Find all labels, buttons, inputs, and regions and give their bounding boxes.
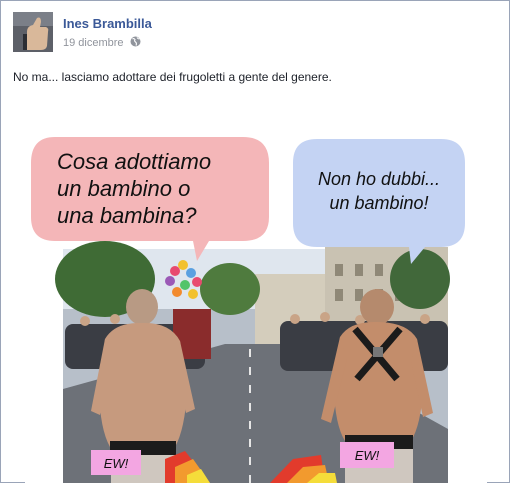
ew-tag-left-text: EW! (104, 456, 129, 471)
bubble-right-line1: Non ho dubbi... (318, 169, 440, 189)
bubble-left-line3: una bambina? (57, 203, 197, 228)
post-text: No ma... lasciamo adottare dei frugolett… (13, 70, 332, 84)
ew-tag-left: EW! (91, 450, 141, 475)
author-name[interactable]: Ines Brambilla (63, 16, 152, 31)
globe-icon[interactable] (130, 36, 141, 50)
bubble-left-line1: Cosa adottiamo (57, 149, 211, 174)
avatar[interactable] (13, 12, 53, 52)
speech-bubble-left: Cosa adottiamo un bambino o una bambina? (31, 137, 269, 261)
bubble-right-line2: un bambino! (329, 193, 428, 213)
post-date[interactable]: 19 dicembre (63, 37, 124, 49)
meme-image[interactable]: EW! EW! Cosa adottiamo un bambino o una … (25, 129, 487, 483)
post-card: Ines Brambilla 19 dicembre No ma... lasc… (0, 0, 510, 483)
post-meta: 19 dicembre (63, 36, 141, 50)
speech-bubble-right: Non ho dubbi... un bambino! (293, 139, 465, 264)
ew-tag-right: EW! (340, 442, 394, 468)
ew-tag-right-text: EW! (355, 448, 380, 463)
bubble-left-line2: un bambino o (57, 176, 190, 201)
